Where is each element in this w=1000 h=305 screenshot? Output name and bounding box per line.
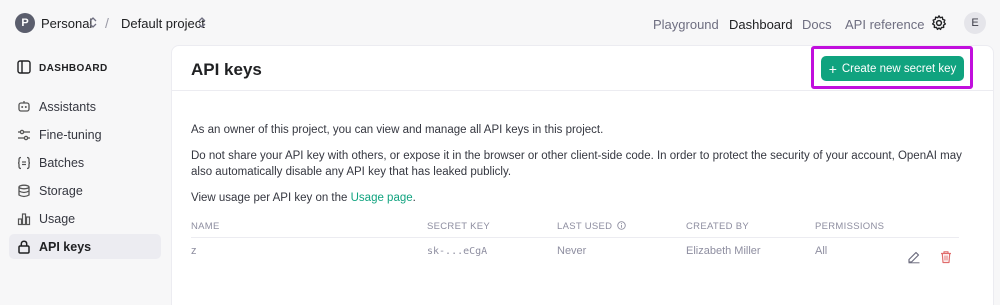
sidebar-item-label: Assistants (39, 99, 96, 114)
database-icon (17, 184, 31, 198)
top-bar: P Personal / Default project Playground … (0, 0, 1000, 46)
create-secret-key-button[interactable]: + Create new secret key (821, 56, 964, 81)
usage-suffix: . (412, 192, 416, 204)
last-used-value: Never (557, 245, 587, 257)
warning-text: Do not share your API key with others, o… (191, 150, 962, 178)
intro-text: As an owner of this project, you can vie… (191, 124, 604, 136)
sidebar-panel-icon[interactable] (17, 60, 31, 74)
pencil-icon[interactable] (907, 250, 921, 264)
nav-docs[interactable]: Docs (802, 17, 832, 32)
create-button-label: Create new secret key (841, 62, 957, 75)
sliders-icon (17, 128, 31, 142)
braces-icon (17, 156, 31, 170)
usage-prefix: View usage per API key on the (191, 192, 351, 204)
column-header-secret-key: SECRET KEY (427, 221, 491, 232)
sidebar-item-assistants[interactable]: Assistants (9, 94, 161, 119)
breadcrumb-separator: / (105, 15, 109, 31)
column-header-created-by: CREATED BY (686, 221, 750, 232)
column-header-name: NAME (191, 221, 220, 232)
chevron-updown-icon[interactable] (89, 17, 97, 29)
nav-playground[interactable]: Playground (653, 17, 719, 32)
column-header-label: LAST USED (557, 221, 613, 232)
trash-icon[interactable] (939, 250, 953, 264)
secret-key-value: sk-...eCgA (427, 246, 488, 257)
gear-icon[interactable] (930, 14, 948, 32)
usage-text: View usage per API key on the Usage page… (191, 190, 971, 206)
usage-page-link[interactable]: Usage page (351, 192, 413, 204)
sidebar-item-batches[interactable]: Batches (9, 150, 161, 175)
sidebar-item-label: Storage (39, 183, 83, 198)
api-keys-panel: API keys + Create new secret key As an o… (171, 45, 994, 305)
nav-api-reference[interactable]: API reference (845, 17, 925, 32)
nav-dashboard[interactable]: Dashboard (729, 17, 793, 32)
key-name: z (191, 245, 197, 257)
page-title: API keys (191, 60, 262, 79)
sidebar-header: DASHBOARD (39, 63, 108, 74)
created-by-value: Elizabeth Miller (686, 245, 761, 257)
org-avatar[interactable]: P (15, 13, 35, 33)
sidebar-item-storage[interactable]: Storage (9, 178, 161, 203)
sidebar-item-api-keys[interactable]: API keys (9, 234, 161, 259)
info-icon[interactable] (617, 221, 627, 230)
sidebar-item-label: Batches (39, 155, 85, 170)
robot-icon (17, 100, 31, 114)
chevron-updown-icon[interactable] (198, 17, 206, 29)
column-header-last-used: LAST USED (557, 221, 627, 232)
sidebar-item-usage[interactable]: Usage (9, 206, 161, 231)
lock-icon (17, 240, 31, 254)
bar-chart-icon (17, 212, 31, 226)
header-divider (172, 90, 993, 91)
column-header-permissions: PERMISSIONS (815, 221, 885, 232)
project-switcher[interactable]: Default project (121, 16, 205, 31)
table-header-divider (191, 237, 959, 238)
org-switcher[interactable]: Personal (41, 16, 92, 31)
sidebar-item-fine-tuning[interactable]: Fine-tuning (9, 122, 161, 147)
sidebar-item-label: Fine-tuning (39, 127, 102, 142)
plus-icon: + (828, 60, 837, 77)
sidebar-item-label: Usage (39, 211, 76, 226)
permissions-value: All (815, 245, 828, 257)
user-avatar[interactable]: E (964, 12, 986, 34)
sidebar-item-label: API keys (39, 239, 92, 254)
